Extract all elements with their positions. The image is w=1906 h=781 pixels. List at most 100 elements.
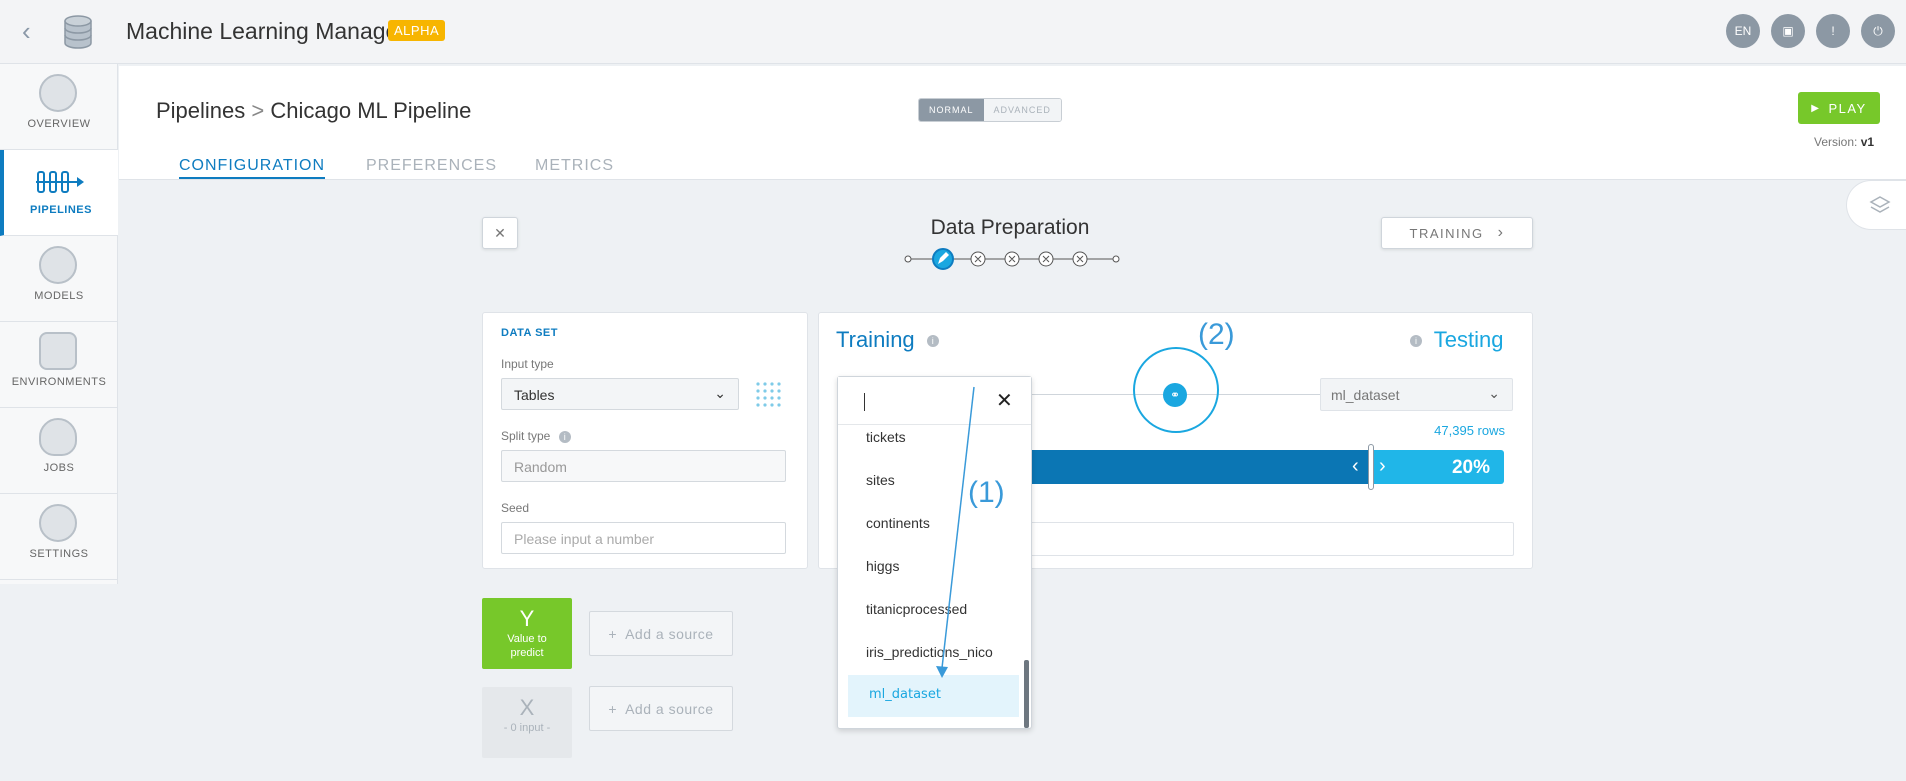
input-type-value: Tables xyxy=(514,387,555,403)
sidebar-item-label: PIPELINES xyxy=(30,204,92,216)
input-type-select[interactable]: Tables ⌄ xyxy=(501,378,739,410)
dropdown-item[interactable]: titanicprocessed xyxy=(866,601,967,617)
annotation-two: (2) xyxy=(1198,318,1235,351)
language-button[interactable]: EN xyxy=(1726,14,1760,48)
add-source-label: Add a source xyxy=(625,625,714,642)
info-icon[interactable]: i xyxy=(558,430,571,443)
y-letter: Y xyxy=(519,606,535,631)
tab-preferences[interactable]: PREFERENCES xyxy=(366,157,497,175)
testing-table-value: ml_dataset xyxy=(1331,387,1400,403)
dropdown-item[interactable]: higgs xyxy=(866,558,899,574)
sidebar-item-models[interactable]: MODELS xyxy=(0,236,118,322)
breadcrumb: Pipelines > Chicago ML Pipeline xyxy=(156,98,471,124)
mode-switch: NORMAL ADVANCED xyxy=(918,98,1062,122)
sidebar-item-label: MODELS xyxy=(34,290,84,302)
sidebar-item-jobs[interactable]: JOBS xyxy=(0,408,118,494)
split-slider-handle[interactable] xyxy=(1368,444,1374,490)
mode-normal-button[interactable]: NORMAL xyxy=(919,99,984,121)
dropdown-item-selected[interactable]: ml_dataset xyxy=(869,687,941,702)
tab-metrics[interactable]: METRICS xyxy=(535,157,614,175)
dropdown-item[interactable]: sites xyxy=(866,472,895,488)
breadcrumb-root[interactable]: Pipelines xyxy=(156,98,245,123)
step-progress xyxy=(904,248,1120,270)
x-text: - 0 input - xyxy=(503,722,551,734)
environments-icon xyxy=(39,332,77,370)
sidebar-item-label: JOBS xyxy=(43,462,75,474)
close-button[interactable]: ✕ xyxy=(482,217,518,249)
back-icon[interactable]: ‹ xyxy=(22,18,31,44)
annotation-one: (1) xyxy=(968,476,1005,509)
sidebar-item-label: OVERVIEW xyxy=(27,118,91,130)
add-source-button-x[interactable]: + Add a source xyxy=(589,686,733,731)
chevron-right-icon[interactable]: › xyxy=(1379,455,1386,478)
layers-button[interactable] xyxy=(1846,180,1906,230)
split-option-field[interactable] xyxy=(1028,522,1514,556)
info-icon[interactable]: i xyxy=(1410,335,1422,348)
mode-advanced-button[interactable]: ADVANCED xyxy=(983,99,1061,121)
pipelines-icon xyxy=(36,171,84,193)
models-icon xyxy=(39,246,77,284)
alpha-badge: ALPHA xyxy=(388,20,446,41)
breadcrumb-separator: > xyxy=(251,98,265,123)
chevron-right-icon: › xyxy=(1497,224,1505,241)
input-type-label: Input type xyxy=(501,357,554,371)
target-y-card: Y Value to predict xyxy=(482,598,572,669)
training-split-bar xyxy=(1028,450,1370,484)
training-label: Training xyxy=(836,327,915,352)
sidebar-item-label: SETTINGS xyxy=(29,548,89,560)
version-info: Version: v1 xyxy=(1814,135,1874,149)
link-icon[interactable]: ⚭ xyxy=(1163,383,1187,407)
calendar-icon[interactable]: ▣ xyxy=(1771,14,1805,48)
app-title: Machine Learning Manager xyxy=(126,18,407,44)
sidebar: OVERVIEW PIPELINES MODELS ENVIRONMENTS J… xyxy=(0,64,118,584)
jobs-icon xyxy=(39,418,77,456)
add-source-label: Add a source xyxy=(625,700,714,717)
seed-input[interactable]: Please input a number xyxy=(501,522,786,554)
split-type-label: Split type i xyxy=(501,429,571,443)
power-icon[interactable]: ⏻ xyxy=(1861,14,1895,48)
dropdown-item[interactable]: continents xyxy=(866,515,930,531)
version-label: Version: xyxy=(1814,135,1858,149)
play-icon: ▶ xyxy=(1811,102,1821,114)
settings-icon xyxy=(39,504,77,542)
testing-table-select[interactable]: ml_dataset ⌄ xyxy=(1320,378,1513,411)
breadcrumb-current: Chicago ML Pipeline xyxy=(270,98,472,123)
overview-icon xyxy=(39,74,77,112)
grid-icon[interactable] xyxy=(755,381,781,407)
plus-icon: + xyxy=(608,700,618,717)
testing-title: i Testing xyxy=(1410,327,1503,353)
dropdown-item[interactable]: iris_predictions_nico xyxy=(866,644,993,660)
plus-icon: + xyxy=(608,625,618,642)
dropdown-item[interactable]: tickets xyxy=(866,429,906,445)
input-x-card: X - 0 input - xyxy=(482,687,572,758)
text-cursor xyxy=(864,393,865,411)
sidebar-item-settings[interactable]: SETTINGS xyxy=(0,494,118,580)
sidebar-item-pipelines[interactable]: PIPELINES xyxy=(0,150,118,236)
close-icon[interactable]: ✕ xyxy=(996,388,1013,413)
version-value: v1 xyxy=(1860,135,1875,149)
chevron-left-icon[interactable]: ‹ xyxy=(1352,455,1359,478)
split-type-field[interactable]: Random xyxy=(501,450,786,482)
testing-split-bar: 20% xyxy=(1370,450,1504,484)
dropdown-scrollbar[interactable] xyxy=(1024,660,1029,728)
help-icon[interactable]: ! xyxy=(1816,14,1850,48)
info-icon[interactable]: i xyxy=(926,335,939,348)
layers-icon xyxy=(1869,196,1891,213)
add-source-button-y[interactable]: + Add a source xyxy=(589,611,733,656)
play-label: PLAY xyxy=(1828,100,1867,116)
seed-label: Seed xyxy=(501,501,530,515)
play-button[interactable]: ▶ PLAY xyxy=(1798,92,1880,124)
sidebar-item-label: ENVIRONMENTS xyxy=(11,376,107,388)
split-type-text: Split type xyxy=(501,429,551,443)
dataset-heading: DATA SET xyxy=(501,327,558,339)
tab-configuration[interactable]: CONFIGURATION xyxy=(179,157,326,179)
sidebar-item-overview[interactable]: OVERVIEW xyxy=(0,64,118,150)
chevron-down-icon: ⌄ xyxy=(714,385,726,401)
database-icon xyxy=(64,15,92,49)
sidebar-item-environments[interactable]: ENVIRONMENTS xyxy=(0,322,118,408)
row-count: 47,395 rows xyxy=(1434,423,1505,438)
testing-label: Testing xyxy=(1433,327,1504,352)
training-title: Training i xyxy=(836,327,939,353)
dataset-card: DATA SET Input type Tables ⌄ Split type … xyxy=(482,312,808,569)
next-step-button[interactable]: TRAINING › xyxy=(1381,217,1533,249)
